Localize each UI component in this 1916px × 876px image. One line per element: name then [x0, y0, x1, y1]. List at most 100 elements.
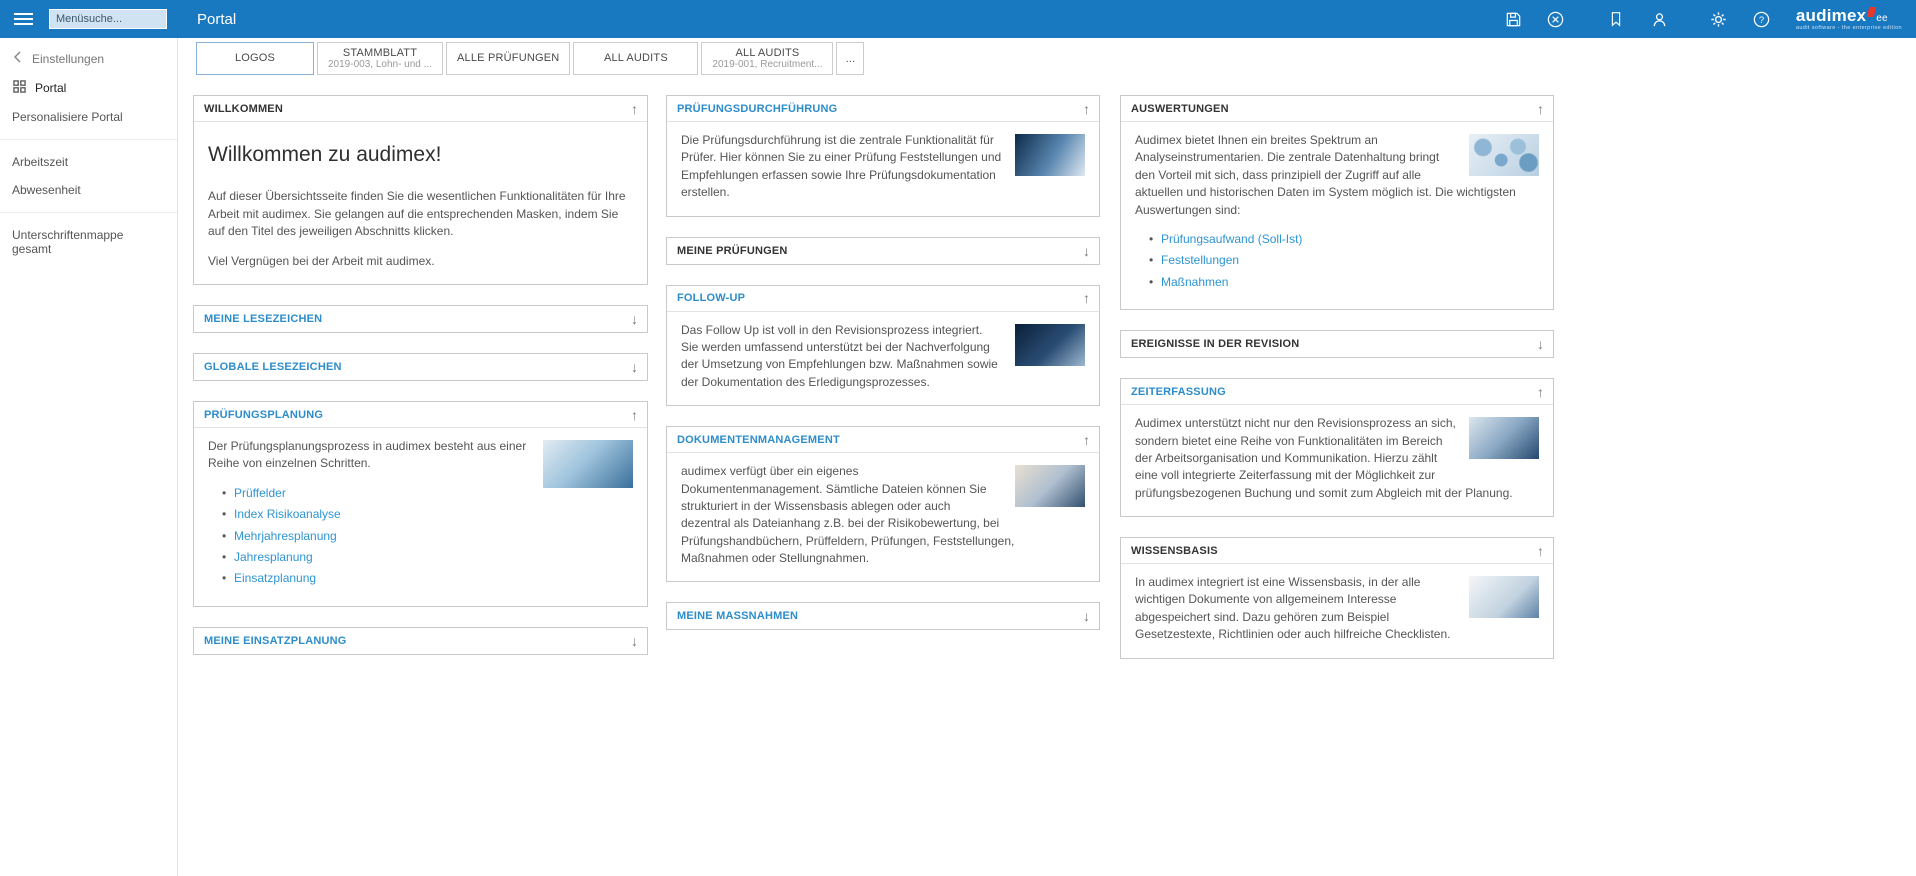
panel-title: EREIGNISSE IN DER REVISION [1131, 338, 1300, 351]
list-item: Index Risikoanalyse [222, 506, 633, 524]
logo-brand: audimex [1795, 5, 1867, 25]
panel-pruefungsplanung: PRÜFUNGSPLANUNG ↑ Der Prüfungsplanungspr… [193, 401, 648, 607]
panel-title: MEINE LESEZEICHEN [204, 313, 323, 325]
column-middle: PRÜFUNGSDURCHFÜHRUNG ↑ Die Prüfungsdurch… [666, 95, 1100, 650]
pruefungsplanung-links: Prüffelder Index Risikoanalyse Mehrjahre… [222, 485, 633, 588]
sidebar-item-label: Personalisiere Portal [12, 110, 123, 124]
collapse-arrow-icon[interactable]: ↑ [631, 102, 638, 116]
svg-text:?: ? [1759, 15, 1764, 26]
sidebar-item-portal[interactable]: Portal [0, 73, 177, 103]
sidebar-item-abwesenheit[interactable]: Abwesenheit [0, 176, 177, 204]
expand-arrow-icon[interactable]: ↓ [1083, 609, 1090, 623]
expand-arrow-icon[interactable]: ↓ [1083, 244, 1090, 258]
puzzle-photo [543, 440, 633, 488]
expand-arrow-icon[interactable]: ↓ [631, 634, 638, 648]
tab-alle-pruefungen[interactable]: ALLE PRÜFUNGEN [445, 42, 571, 75]
panel-meine-massnahmen-header[interactable]: MEINE MASSNAHMEN ↓ [667, 603, 1099, 629]
panel-title: WISSENSBASIS [1131, 544, 1218, 557]
panel-meine-lesezeichen: MEINE LESEZEICHEN ↓ [193, 305, 648, 333]
panel-auswertungen: AUSWERTUNGEN ↑ Audimex bietet Ihnen ein … [1120, 95, 1554, 311]
sidebar-divider [0, 139, 177, 140]
panel-title: AUSWERTUNGEN [1131, 102, 1229, 115]
settings-icon[interactable] [1709, 9, 1729, 29]
collapse-arrow-icon[interactable]: ↑ [1537, 385, 1544, 399]
help-icon[interactable]: ? [1752, 9, 1772, 29]
expand-arrow-icon[interactable]: ↓ [1537, 337, 1544, 351]
link-pruefungsaufwand-soll-ist[interactable]: Prüfungsaufwand (Soll-Ist) [1161, 232, 1302, 246]
sidebar-item-label: Arbeitszeit [12, 155, 69, 169]
panel-title: WILLKOMMEN [204, 102, 283, 115]
tab-logos[interactable]: LOGOS [196, 42, 314, 75]
panel-meine-einsatzplanung-header[interactable]: MEINE EINSATZPLANUNG ↓ [194, 628, 647, 654]
user-icon[interactable] [1650, 9, 1670, 29]
bookmark-icon[interactable] [1606, 9, 1626, 29]
link-mehrjahresplanung[interactable]: Mehrjahresplanung [234, 529, 337, 543]
panel-zeiterfassung-header[interactable]: ZEITERFASSUNG ↑ [1121, 379, 1553, 406]
link-massnahmen[interactable]: Maßnahmen [1161, 275, 1228, 289]
panel-title: PRÜFUNGSPLANUNG [204, 408, 324, 421]
collapse-arrow-icon[interactable]: ↑ [631, 408, 638, 422]
collapse-arrow-icon[interactable]: ↑ [1083, 102, 1090, 116]
sidebar-item-arbeitszeit[interactable]: Arbeitszeit [0, 148, 177, 176]
link-prueffelder[interactable]: Prüffelder [234, 486, 286, 500]
welcome-paragraph-1: Auf dieser Übersichtsseite finden Sie di… [208, 189, 626, 239]
panel-title: MEINE PRÜFUNGEN [677, 244, 788, 257]
cancel-icon[interactable] [1546, 9, 1566, 29]
tabstrip: LOGOS STAMMBLATT 2019-003, Lohn- und ...… [196, 42, 865, 75]
panel-pruefungsplanung-header[interactable]: PRÜFUNGSPLANUNG ↑ [194, 402, 647, 428]
panel-meine-lesezeichen-header[interactable]: MEINE LESEZEICHEN ↓ [194, 306, 647, 332]
panel-pruefungsdurchfuehrung-header[interactable]: PRÜFUNGSDURCHFÜHRUNG ↑ [667, 96, 1099, 122]
menu-search-input[interactable] [49, 9, 167, 29]
tab-stammblatt[interactable]: STAMMBLATT 2019-003, Lohn- und ... [317, 42, 443, 75]
link-index-risikoanalyse[interactable]: Index Risikoanalyse [234, 507, 341, 521]
panel-globale-lesezeichen-header[interactable]: GLOBALE LESEZEICHEN ↓ [194, 354, 647, 380]
list-item: Mehrjahresplanung [222, 528, 633, 546]
panel-wissensbasis: WISSENSBASIS ↑ In audimex integriert ist… [1120, 537, 1554, 659]
panel-follow-up-header[interactable]: FOLLOW-UP ↑ [667, 286, 1099, 312]
auswertungen-links: Prüfungsaufwand (Soll-Ist) Feststellunge… [1149, 231, 1539, 292]
sidebar-item-label: Portal [35, 81, 67, 95]
list-item: Prüffelder [222, 485, 633, 503]
panel-dokumentenmanagement-header[interactable]: DOKUMENTENMANAGEMENT ↑ [667, 427, 1099, 454]
pen-paper-photo [1469, 576, 1539, 619]
logo-red-mark-icon [1867, 6, 1877, 17]
sidebar-item-unterschriftenmappe-gesamt[interactable]: Unterschriftenmappe gesamt [0, 221, 177, 263]
collapse-arrow-icon[interactable]: ↑ [1537, 102, 1544, 116]
tab-more[interactable]: ... [836, 42, 865, 75]
sidebar-item-label: Unterschriftenmappe gesamt [12, 228, 124, 256]
panel-ereignisse-in-der-revision: EREIGNISSE IN DER REVISION ↓ [1120, 330, 1554, 359]
collapse-arrow-icon[interactable]: ↑ [1083, 291, 1090, 305]
welcome-paragraph-2: Viel Vergnügen bei der Arbeit mit audime… [208, 253, 435, 268]
panel-title: PRÜFUNGSDURCHFÜHRUNG [677, 102, 838, 115]
panel-willkommen: WILLKOMMEN ↑ Willkommen zu audimex! Auf … [193, 95, 648, 285]
calculator-photo [1469, 417, 1539, 460]
panel-title: MEINE EINSATZPLANUNG [204, 634, 347, 647]
panel-meine-massnahmen: MEINE MASSNAHMEN ↓ [666, 602, 1100, 631]
panel-title: DOKUMENTENMANAGEMENT [677, 433, 840, 446]
panel-auswertungen-header[interactable]: AUSWERTUNGEN ↑ [1121, 96, 1553, 122]
panel-willkommen-header[interactable]: WILLKOMMEN ↑ [194, 96, 647, 122]
panel-ereignisse-header[interactable]: EREIGNISSE IN DER REVISION ↓ [1121, 331, 1553, 357]
logo-tagline: audit software - the enterprise edition [1795, 24, 1902, 31]
sidebar-item-label: Abwesenheit [12, 183, 81, 197]
expand-arrow-icon[interactable]: ↓ [631, 312, 638, 326]
collapse-arrow-icon[interactable]: ↑ [1083, 433, 1090, 447]
list-item: Maßnahmen [1149, 274, 1539, 292]
panel-meine-pruefungen-header[interactable]: MEINE PRÜFUNGEN ↓ [667, 238, 1099, 264]
panel-follow-up: FOLLOW-UP ↑ Das Follow Up ist voll in de… [666, 284, 1100, 407]
link-feststellungen[interactable]: Feststellungen [1161, 253, 1239, 267]
welcome-heading: Willkommen zu audimex! [208, 143, 442, 166]
tab-all-audits[interactable]: ALL AUDITS [573, 42, 699, 75]
column-left: WILLKOMMEN ↑ Willkommen zu audimex! Auf … [193, 95, 648, 675]
sidebar-item-personalisiere-portal[interactable]: Personalisiere Portal [0, 103, 177, 131]
link-einsatzplanung[interactable]: Einsatzplanung [234, 571, 316, 585]
sidebar-back-einstellungen[interactable]: Einstellungen [0, 38, 177, 73]
save-icon[interactable] [1504, 9, 1524, 29]
menu-icon[interactable] [14, 13, 33, 25]
list-item: Jahresplanung [222, 549, 633, 567]
tab-all-audits-2[interactable]: ALL AUDITS 2019-001, Recruitment... [701, 42, 834, 75]
panel-wissensbasis-header[interactable]: WISSENSBASIS ↑ [1121, 538, 1553, 565]
collapse-arrow-icon[interactable]: ↑ [1537, 544, 1544, 558]
link-jahresplanung[interactable]: Jahresplanung [234, 550, 313, 564]
expand-arrow-icon[interactable]: ↓ [631, 360, 638, 374]
